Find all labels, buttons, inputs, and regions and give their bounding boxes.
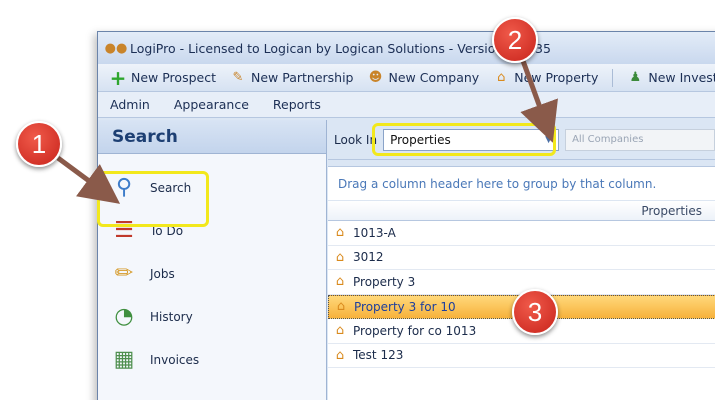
sidebar-item-label: Jobs	[150, 266, 175, 281]
sidebar-item-label: Invoices	[150, 352, 200, 367]
sidebar-item-invoices[interactable]: ▦ Invoices	[98, 338, 326, 381]
new-property-button[interactable]: ⌂ New Property	[493, 70, 598, 86]
company-select[interactable]: All Companies	[565, 128, 715, 151]
table-row[interactable]: ⌂ Property 3	[328, 270, 715, 295]
search-highlight-box	[97, 171, 209, 227]
new-partnership-label: New Partnership	[250, 70, 354, 85]
callout-badge-3: 3	[512, 289, 558, 335]
title-bar: ●● LogiPro - Licensed to Logican by Logi…	[98, 32, 715, 64]
house-icon: ⌂	[497, 70, 506, 85]
lookin-highlight-box	[372, 123, 556, 156]
row-label: Test 123	[353, 348, 404, 363]
app-logo-icon: ●●	[104, 40, 128, 56]
column-header-properties[interactable]: Properties	[328, 201, 715, 221]
sidebar-item-label: History	[150, 309, 193, 324]
row-label: 1013-A	[353, 225, 396, 240]
lookin-label: Look In	[334, 132, 378, 147]
new-partnership-button[interactable]: ✎ New Partnership	[230, 70, 354, 86]
house-icon: ⌂	[335, 323, 345, 339]
new-prospect-label: New Prospect	[131, 70, 216, 85]
menu-admin[interactable]: Admin	[110, 97, 150, 112]
sidebar: Search ⚲ Search ☰ To Do ✏ Jobs ◔ History…	[98, 120, 327, 400]
company-select-placeholder: All Companies	[572, 134, 644, 145]
people-icon: ☻	[368, 70, 383, 85]
table-row[interactable]: ⌂ 1013-A	[328, 221, 715, 246]
handshake-icon: ✎	[232, 70, 244, 85]
group-by-hint: Drag a column header here to group by th…	[328, 167, 715, 201]
pencil-icon: ✏	[114, 261, 134, 286]
menu-appearance[interactable]: Appearance	[174, 97, 249, 112]
results-grid: Drag a column header here to group by th…	[328, 166, 715, 400]
table-row[interactable]: ⌂ 3012	[328, 246, 715, 270]
row-label: Property 3	[353, 274, 416, 289]
callout-badge-2: 2	[492, 17, 538, 63]
house-icon: ⌂	[335, 347, 345, 363]
new-investor-button[interactable]: ♟ New Investor	[627, 70, 715, 86]
window-title: LogiPro - Licensed to Logican by Logican…	[130, 40, 551, 56]
new-company-button[interactable]: ☻ New Company	[368, 70, 480, 86]
callout-badge-1: 1	[16, 121, 62, 167]
column-header-label: Properties	[641, 203, 702, 218]
plus-icon: +	[109, 65, 127, 90]
new-investor-label: New Investor	[648, 70, 715, 85]
screenshot-stage: ●● LogiPro - Licensed to Logican by Logi…	[0, 0, 715, 400]
new-company-label: New Company	[388, 70, 480, 85]
person-icon: ♟	[629, 70, 642, 85]
house-icon: ⌂	[335, 274, 345, 290]
new-property-label: New Property	[514, 70, 599, 85]
sidebar-item-jobs[interactable]: ✏ Jobs	[98, 252, 326, 295]
house-icon: ⌂	[335, 249, 345, 265]
row-label: 3012	[353, 250, 384, 265]
house-icon: ⌂	[335, 225, 345, 241]
menu-reports[interactable]: Reports	[273, 97, 321, 112]
row-label: Property 3 for 10	[354, 299, 456, 314]
history-icon: ◔	[114, 304, 134, 329]
house-icon: ⌂	[336, 299, 346, 315]
main-panel: Look In Properties ▼ All Companies Drag …	[328, 120, 715, 400]
invoice-icon: ▦	[113, 347, 135, 372]
menu-bar: Admin Appearance Reports	[98, 92, 715, 118]
table-row[interactable]: ⌂ Test 123	[328, 344, 715, 368]
row-label: Property for co 1013	[353, 323, 477, 338]
new-prospect-button[interactable]: + New Prospect	[109, 65, 216, 90]
toolbar: + New Prospect ✎ New Partnership ☻ New C…	[98, 64, 715, 92]
toolbar-separator	[612, 68, 614, 87]
sidebar-title: Search	[98, 120, 326, 154]
sidebar-item-history[interactable]: ◔ History	[98, 295, 326, 338]
